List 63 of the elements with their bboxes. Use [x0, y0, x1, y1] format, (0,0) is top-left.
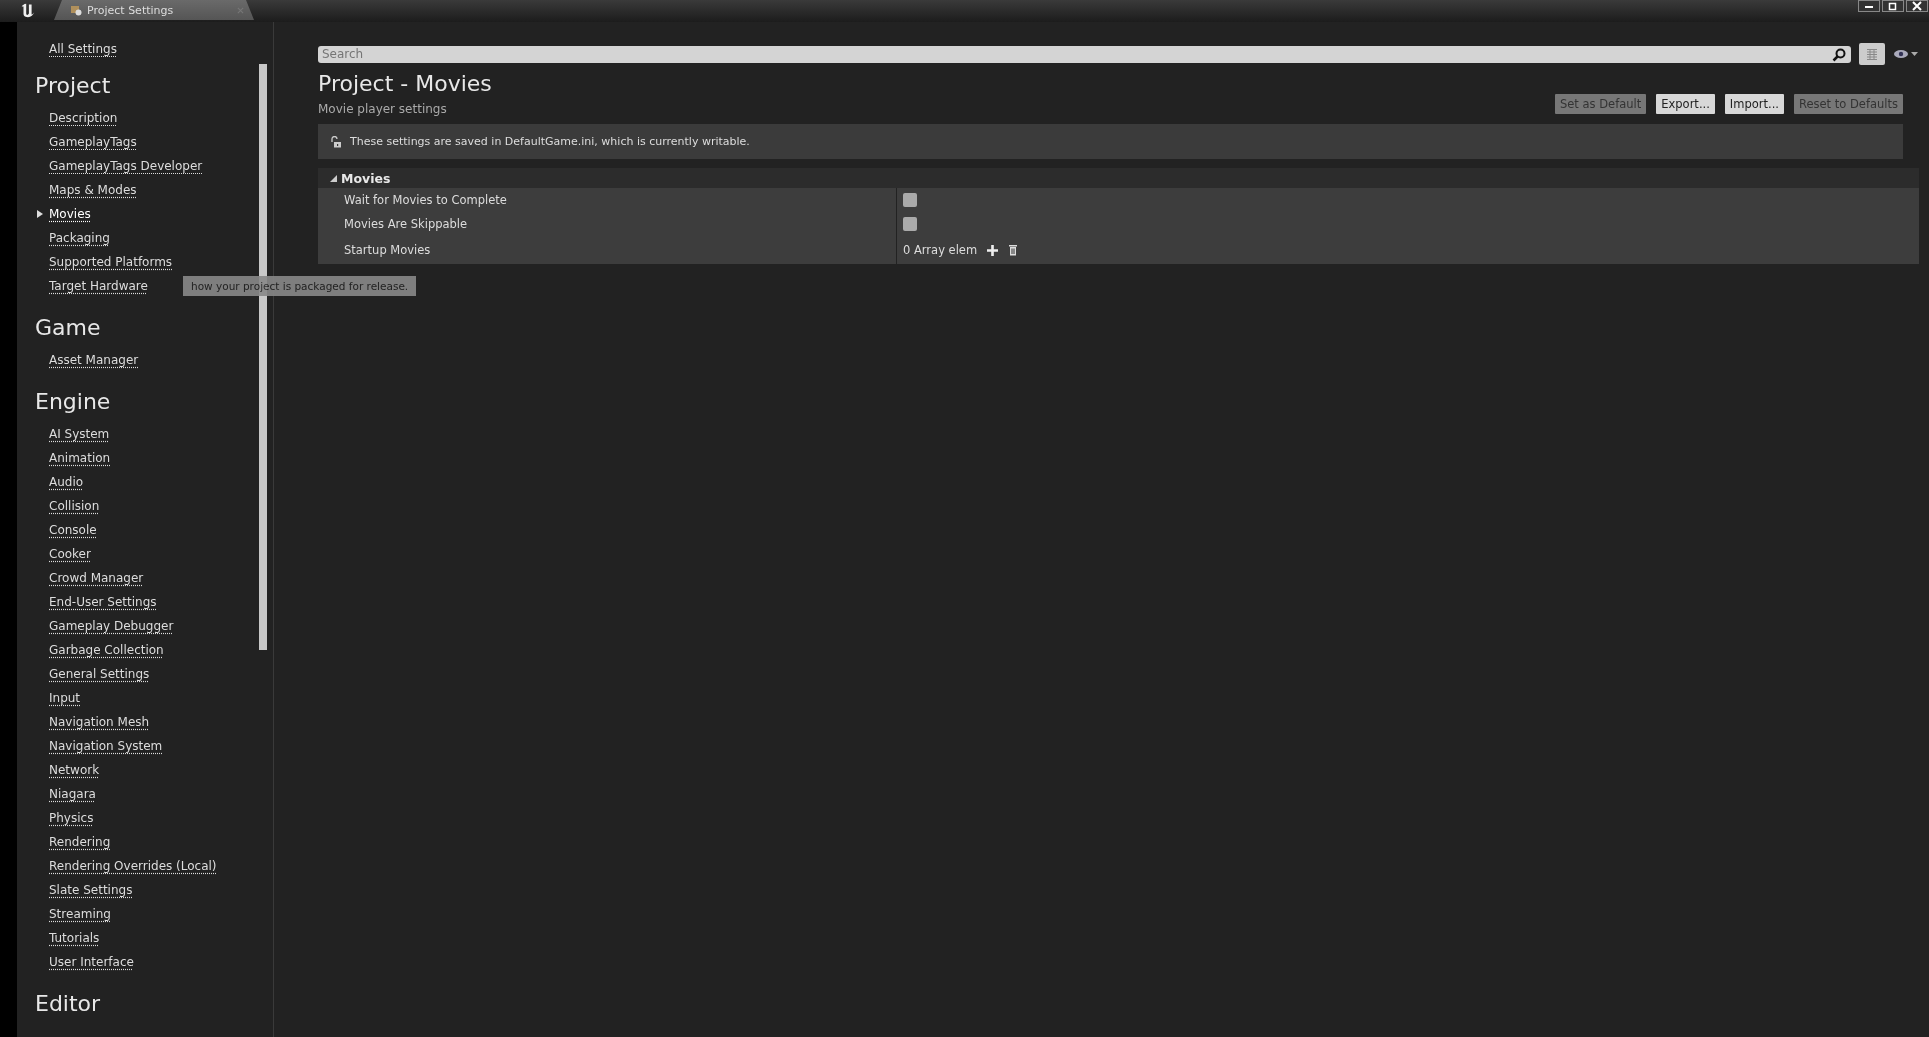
property-name: Movies Are Skippable	[344, 217, 468, 231]
sidebar-link[interactable]: Console	[49, 523, 97, 537]
checkbox[interactable]	[903, 193, 917, 207]
sidebar-link[interactable]: Cooker	[49, 547, 91, 561]
sidebar-link[interactable]: Slate Settings	[49, 883, 133, 897]
sidebar-link[interactable]: Maps & Modes	[49, 183, 137, 197]
sidebar-link[interactable]: Garbage Collection	[49, 643, 164, 657]
category-header[interactable]: Movies	[318, 168, 1919, 188]
grid-icon	[1866, 48, 1878, 60]
sidebar-link[interactable]: Tutorials	[49, 931, 100, 945]
sidebar-link[interactable]: Gameplay Debugger	[49, 619, 174, 633]
checkbox[interactable]	[903, 217, 917, 231]
sidebar-link[interactable]: Navigation Mesh	[49, 715, 150, 729]
sidebar-link[interactable]: Animation	[49, 451, 111, 465]
property-name: Wait for Movies to Complete	[344, 193, 507, 207]
sidebar-link[interactable]: End-User Settings	[49, 595, 157, 609]
tooltip: how your project is packaged for release.	[183, 276, 417, 296]
search-icon	[1832, 47, 1846, 62]
sidebar-link[interactable]: User Interface	[49, 955, 134, 969]
restore-icon[interactable]	[1881, 0, 1905, 12]
sidebar-link[interactable]: All Settings	[49, 42, 259, 56]
sidebar-link[interactable]: Collision	[49, 499, 100, 513]
unlocked-icon	[330, 135, 342, 148]
trash-icon[interactable]	[1008, 244, 1019, 256]
sidebar-link[interactable]: Niagara	[49, 787, 96, 801]
sidebar-link[interactable]: Packaging	[49, 231, 110, 245]
expand-arrow-icon	[330, 174, 337, 182]
page-subtitle: Movie player settings	[318, 102, 448, 116]
page-title: Project - Movies	[318, 71, 492, 96]
sidebar-link[interactable]: Crowd Manager	[49, 571, 144, 585]
sidebar-link[interactable]: Target Hardware	[49, 279, 148, 293]
sidebar-link[interactable]: AI System	[49, 427, 110, 441]
close-icon[interactable]	[1905, 0, 1929, 12]
sidebar-link[interactable]: GameplayTags Developer	[49, 159, 203, 173]
window-tab[interactable]: Project Settings	[54, 0, 254, 20]
section-heading: Game	[35, 315, 102, 340]
sidebar-link[interactable]: General Settings	[49, 667, 150, 681]
sidebar-link[interactable]: Streaming	[49, 907, 111, 921]
sidebar-link[interactable]: Supported Platforms	[49, 255, 173, 269]
section-heading: Engine	[35, 389, 112, 414]
section-heading: Project	[35, 73, 112, 98]
sidebar-link[interactable]: Physics	[49, 811, 94, 825]
add-icon[interactable]	[987, 244, 999, 256]
sidebar-link[interactable]: Asset Manager	[49, 353, 139, 367]
tab-title: Project Settings	[87, 3, 175, 17]
section-heading: Editor	[35, 991, 102, 1016]
array-count: 0 Array elem	[903, 243, 978, 257]
sidebar-link[interactable]: Movies	[49, 207, 91, 221]
sidebar-link[interactable]: Description	[49, 111, 118, 125]
notice-text: These settings are saved in DefaultGame.ini, which is currently writable.	[350, 135, 750, 148]
action-button[interactable]: Import...	[1724, 94, 1784, 114]
sidebar-link[interactable]: Navigation System	[49, 739, 163, 753]
sidebar-link[interactable]: Network	[49, 763, 100, 777]
sidebar-link[interactable]: GameplayTags	[49, 135, 137, 149]
eye-dropdown-icon[interactable]	[1893, 48, 1919, 60]
sidebar-link[interactable]: Audio	[49, 475, 84, 489]
search-field[interactable]: Search	[318, 45, 1851, 63]
sidebar-link[interactable]: Rendering Overrides (Local)	[49, 859, 217, 873]
sidebar-link[interactable]: Input	[49, 691, 81, 705]
property-name: Startup Movies	[344, 243, 431, 257]
minimize-icon[interactable]	[1857, 0, 1881, 12]
action-button[interactable]: Export...	[1656, 94, 1715, 114]
sidebar-link[interactable]: Rendering	[49, 835, 111, 849]
